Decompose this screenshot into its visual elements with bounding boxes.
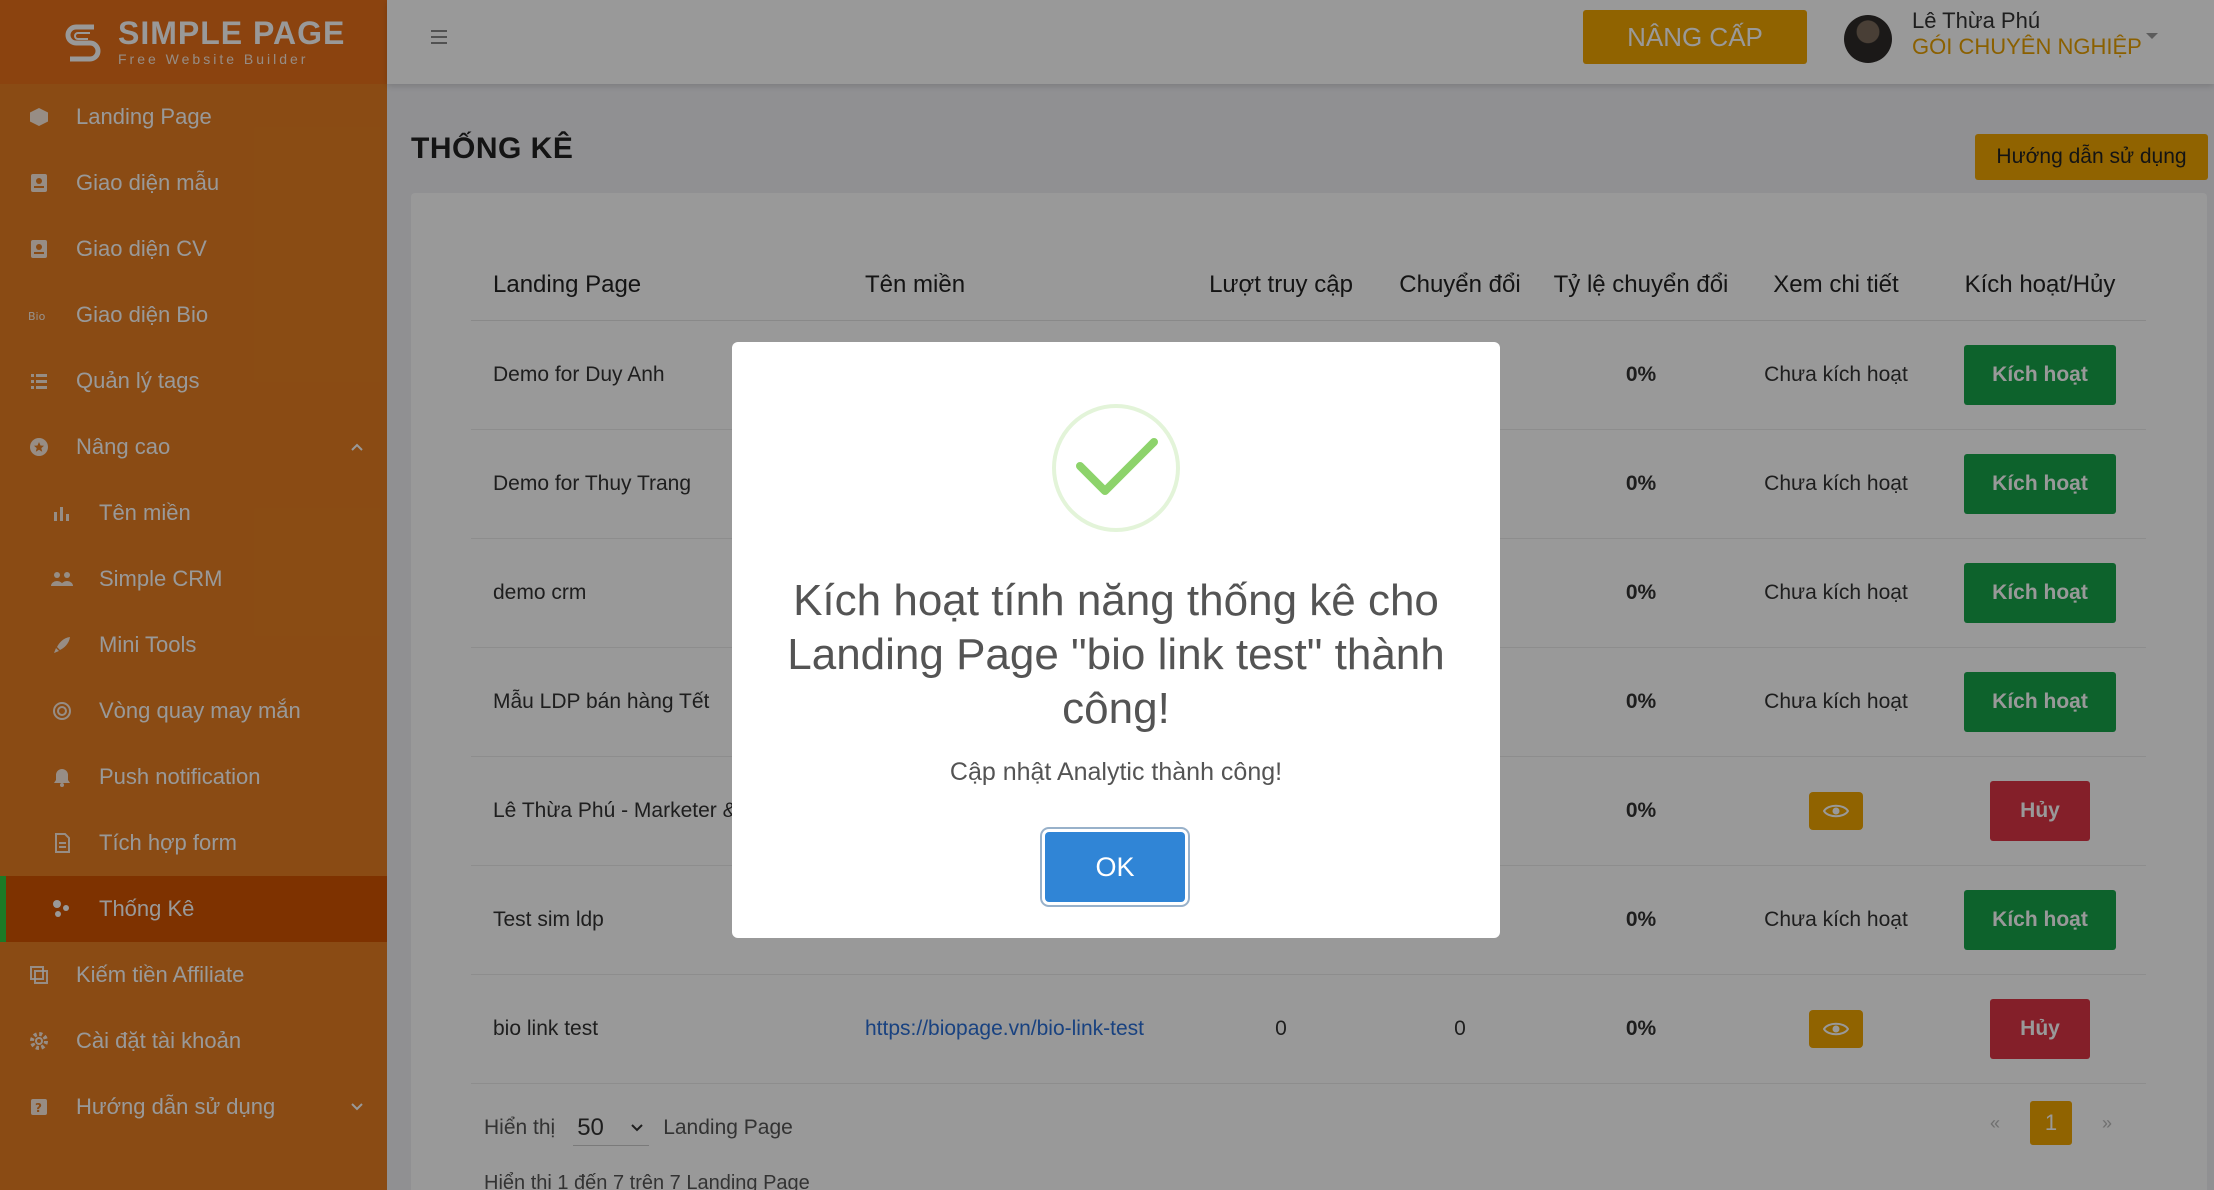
dialog-title: Kích hoạt tính năng thống kê cho Landing… — [787, 576, 1445, 733]
success-dialog: Kích hoạt tính năng thống kê cho Landing… — [732, 342, 1500, 938]
ok-button[interactable]: OK — [1045, 832, 1185, 902]
dialog-message: Cập nhật Analytic thành công! — [949, 758, 1283, 786]
success-check-icon — [1052, 404, 1180, 532]
